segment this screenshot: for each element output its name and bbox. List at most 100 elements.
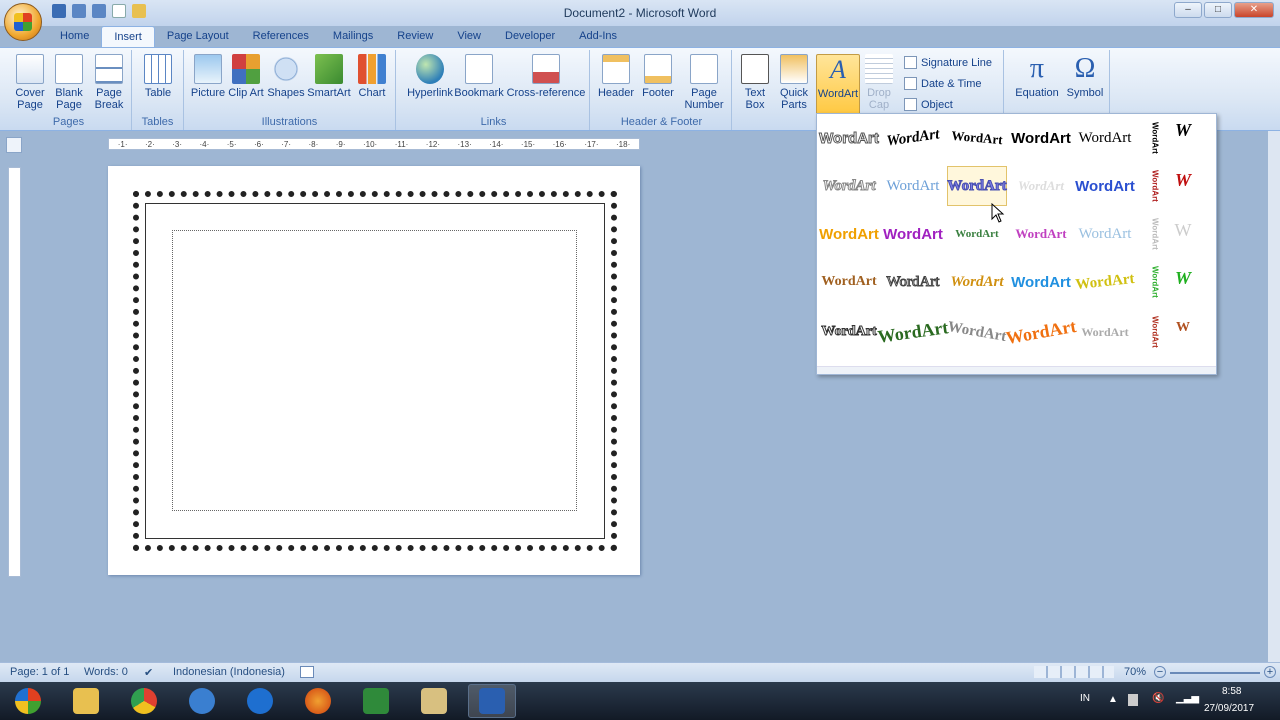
clip-art-button[interactable]: Clip Art	[228, 54, 264, 99]
taskbar-firefox[interactable]	[294, 684, 342, 718]
wordart-style-24[interactable]: WordArt	[1004, 307, 1077, 357]
wordart-style-14[interactable]: WordArt	[1011, 214, 1071, 254]
tray-icon[interactable]	[1128, 694, 1138, 706]
tab-review[interactable]: Review	[385, 26, 445, 48]
quick-parts-button[interactable]: Quick Parts	[774, 54, 814, 111]
wordart-vertical-2[interactable]: WordArt	[1143, 164, 1167, 208]
word-count[interactable]: Words: 0	[84, 666, 128, 678]
wordart-style-23[interactable]: WordArt	[944, 307, 1010, 357]
vertical-ruler[interactable]	[8, 167, 21, 577]
tray-expand-icon[interactable]: ▲	[1108, 694, 1118, 705]
chart-button[interactable]: Chart	[354, 54, 390, 99]
wordart-style-7[interactable]: WordArt	[883, 166, 943, 206]
taskbar-word[interactable]	[468, 684, 516, 718]
tab-mailings[interactable]: Mailings	[321, 26, 385, 48]
text-box-button[interactable]: Text Box	[736, 54, 774, 111]
wordart-style-5[interactable]: WordArt	[1075, 118, 1135, 158]
blank-page-button[interactable]: Blank Page	[50, 54, 88, 111]
maximize-button[interactable]: □	[1204, 2, 1232, 18]
wordart-style-4[interactable]: WordArt	[1011, 118, 1071, 158]
close-button[interactable]: ✕	[1234, 2, 1274, 18]
wordart-style-19[interactable]: WordArt	[1011, 262, 1071, 302]
tab-view[interactable]: View	[445, 26, 493, 48]
wordart-w-2[interactable]: W	[1165, 166, 1201, 194]
wordart-vertical-5[interactable]: WordArt	[1143, 310, 1167, 354]
network-icon[interactable]: ▁▃▅	[1176, 693, 1199, 704]
tab-selector[interactable]	[6, 137, 22, 153]
view-buttons[interactable]	[1034, 666, 1114, 678]
wordart-style-11[interactable]: WordArt	[819, 214, 879, 254]
cross-reference-button[interactable]: Cross-reference	[506, 54, 586, 99]
wordart-style-17[interactable]: WordArt	[883, 262, 943, 302]
taskbar-excel[interactable]	[352, 684, 400, 718]
page-number-button[interactable]: Page Number	[678, 54, 730, 111]
wordart-style-1[interactable]: WordArt	[819, 118, 880, 158]
horizontal-ruler[interactable]: ·1· ·2· ·3· ·4· ·5· ·6· ·7· ·8· ·9· ·10· ·11· ·12· ·…	[108, 138, 640, 150]
picture-button[interactable]: Picture	[188, 54, 228, 99]
tab-page-layout[interactable]: Page Layout	[155, 26, 241, 48]
wordart-w-5[interactable]: W	[1165, 314, 1201, 342]
gallery-scrollbar[interactable]	[1204, 118, 1214, 364]
tab-home[interactable]: Home	[48, 26, 101, 48]
zoom-out-button[interactable]: −	[1154, 666, 1166, 678]
smartart-button[interactable]: SmartArt	[306, 54, 352, 99]
tab-developer[interactable]: Developer	[493, 26, 567, 48]
wordart-style-12[interactable]: WordArt	[883, 214, 943, 254]
tab-references[interactable]: References	[241, 26, 321, 48]
wordart-vertical-4[interactable]: WordArt	[1143, 260, 1167, 304]
wordart-style-10[interactable]: WordArt	[1075, 166, 1135, 206]
wordart-style-9[interactable]: WordArt	[1011, 166, 1071, 206]
signature-line-button[interactable]: Signature Line	[904, 56, 992, 69]
taskbar-explorer[interactable]	[62, 684, 110, 718]
wordart-w-1[interactable]: W	[1165, 116, 1201, 144]
zoom-in-button[interactable]: +	[1264, 666, 1276, 678]
zoom-level[interactable]: 70%	[1124, 666, 1146, 678]
wordart-w-3[interactable]: W	[1165, 216, 1201, 244]
symbol-button[interactable]: Ω Symbol	[1062, 54, 1108, 100]
footer-button[interactable]: Footer	[636, 54, 680, 99]
bookmark-button[interactable]: Bookmark	[454, 54, 504, 99]
clock-date[interactable]: 27/09/2017	[1204, 703, 1254, 714]
zoom-slider[interactable]	[1170, 672, 1260, 674]
text-box[interactable]	[172, 230, 577, 511]
wordart-w-4[interactable]: W	[1165, 264, 1201, 292]
taskbar-teamviewer[interactable]	[236, 684, 284, 718]
wordart-style-20[interactable]: WordArt	[1073, 259, 1137, 305]
shapes-button[interactable]: Shapes	[266, 54, 306, 99]
hyperlink-button[interactable]: Hyperlink	[402, 54, 458, 99]
date-time-button[interactable]: Date & Time	[904, 77, 982, 90]
equation-button[interactable]: π Equation	[1010, 54, 1064, 100]
object-button[interactable]: Object	[904, 98, 953, 111]
wordart-style-21[interactable]: WordArt	[819, 312, 879, 352]
wordart-button[interactable]: A WordArt	[816, 54, 860, 116]
wordart-style-2[interactable]: WordArt	[881, 114, 946, 162]
cover-page-button[interactable]: Cover Page	[10, 54, 50, 111]
start-button[interactable]	[4, 684, 52, 718]
vertical-scrollbar[interactable]	[1268, 131, 1280, 662]
wordart-style-6[interactable]: WordArt	[819, 166, 879, 206]
tab-add-ins[interactable]: Add-Ins	[567, 26, 629, 48]
wordart-vertical-1[interactable]: WordArt	[1143, 116, 1167, 160]
taskbar-browser[interactable]	[178, 684, 226, 718]
wordart-style-3[interactable]: WordArt	[945, 115, 1008, 160]
wordart-style-18[interactable]: WordArt	[947, 262, 1007, 302]
wordart-style-22[interactable]: WordArt	[876, 308, 949, 356]
office-button[interactable]	[4, 3, 42, 41]
document-page[interactable]	[108, 166, 640, 575]
macro-icon[interactable]	[300, 666, 314, 678]
speaker-icon[interactable]: 🔇	[1152, 693, 1164, 704]
minimize-button[interactable]: –	[1174, 2, 1202, 18]
taskbar-paint[interactable]	[410, 684, 458, 718]
table-button[interactable]: Table	[138, 54, 178, 99]
wordart-style-25[interactable]: WordArt	[1075, 312, 1135, 352]
page-break-button[interactable]: Page Break	[90, 54, 128, 111]
taskbar-chrome[interactable]	[120, 684, 168, 718]
input-language[interactable]: IN	[1080, 693, 1090, 704]
page-count[interactable]: Page: 1 of 1	[10, 666, 69, 678]
wordart-style-16[interactable]: WordArt	[819, 262, 879, 302]
wordart-style-8[interactable]: WordArt	[947, 166, 1007, 206]
language[interactable]: Indonesian (Indonesia)	[173, 666, 285, 678]
header-button[interactable]: Header	[594, 54, 638, 99]
clock-time[interactable]: 8:58	[1222, 686, 1241, 697]
drop-cap-button[interactable]: Drop Cap	[860, 54, 898, 111]
